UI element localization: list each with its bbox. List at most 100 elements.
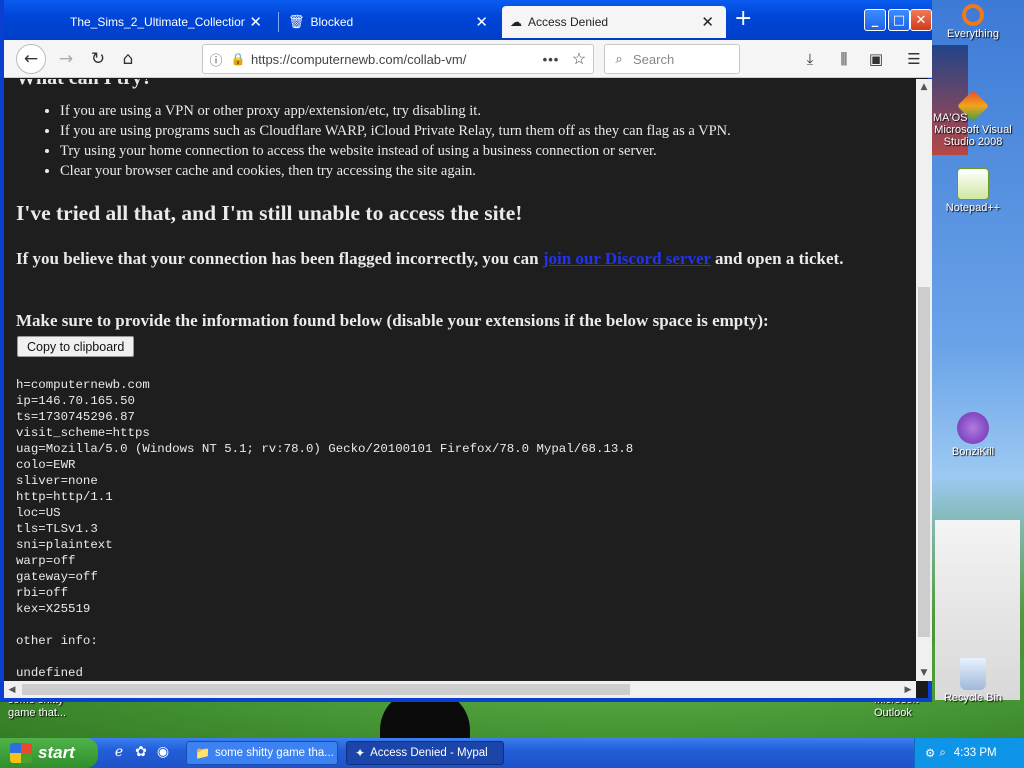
desktop-icon-everything[interactable]: Everything	[928, 4, 1018, 40]
flag-paragraph: If you believe that your connection has …	[16, 247, 896, 270]
tab-blocked[interactable]: 🗑 Blocked ✕	[280, 6, 500, 38]
diagnostic-line	[16, 649, 633, 665]
lock-icon: 🔒	[230, 52, 246, 66]
diagnostic-line: http=http/1.1	[16, 490, 113, 504]
forward-button[interactable]: →	[52, 46, 80, 72]
desktop-icon-notepadpp[interactable]: Notepad++	[928, 168, 1018, 214]
library-button[interactable]: ⫼	[830, 46, 858, 72]
everything-icon	[962, 4, 984, 26]
troubleshooting-list: If you are using a VPN or other proxy ap…	[44, 101, 731, 181]
tab-sims[interactable]: The_Sims_2_Ultimate_Collection_I ✕	[62, 6, 274, 38]
close-icon[interactable]: ✕	[245, 13, 266, 31]
desktop-icon-bonzikill[interactable]: BonziKill	[928, 412, 1018, 458]
mypal-quicklaunch-icon[interactable]: ◉	[154, 743, 172, 761]
page-actions-button[interactable]: •••	[537, 52, 565, 67]
start-button[interactable]: start	[0, 738, 98, 768]
clock[interactable]: 4:33 PM	[954, 747, 997, 759]
scroll-right-icon[interactable]: ▶	[900, 681, 916, 698]
scroll-up-icon[interactable]: ▲	[916, 79, 932, 95]
nav-bar: ← → ↻ ⌂ ⓘ 🔒 https://computernewb.com/col…	[4, 40, 932, 78]
maximize-button[interactable]: □	[888, 9, 910, 31]
info-instruction: Make sure to provide the information fou…	[16, 311, 769, 330]
folder-icon: 📁	[195, 746, 210, 760]
sidebar-button[interactable]: ▣	[862, 46, 890, 72]
url-text[interactable]: https://computernewb.com/collab-vm/	[247, 52, 537, 67]
close-window-button[interactable]: ✕	[910, 9, 932, 31]
reload-icon: ↻	[90, 49, 106, 69]
vertical-scrollbar[interactable]: ▲ ▼	[916, 79, 932, 681]
taskbar-button-label: Access Denied - Mypal	[370, 747, 488, 759]
diagnostic-line: sliver=none	[16, 474, 98, 488]
desktop-icon-label: Microsoft Visual Studio 2008	[934, 124, 1012, 148]
minimize-button[interactable]: _	[864, 9, 886, 31]
hamburger-icon: ☰	[907, 50, 921, 68]
page-heading-partial: What can I try?	[16, 79, 152, 90]
desktop-icon-label: Notepad++	[945, 202, 1001, 214]
bonzi-quicklaunch-icon[interactable]: ✿	[132, 743, 150, 761]
flag-text-after: and open a ticket.	[710, 249, 844, 268]
browser-window: The_Sims_2_Ultimate_Collection_I ✕ 🗑 Blo…	[0, 0, 932, 702]
diagnostic-line: undefined	[16, 666, 83, 680]
notepad-plus-plus-icon	[957, 168, 989, 200]
cloudflare-icon: ☁	[510, 15, 522, 29]
desktop-icon-recycle-bin[interactable]: Recycle Bin	[928, 658, 1018, 704]
desktop-icon-label: Everything	[947, 28, 999, 40]
info-icon[interactable]: ⓘ	[203, 50, 229, 69]
taskbar: start ℯ ✿ ◉ 📁 some shitty game tha... ✦ …	[0, 738, 1024, 768]
list-item: Try using your home connection to access…	[60, 141, 731, 161]
menu-button[interactable]: ☰	[900, 46, 928, 72]
diagnostic-line: kex=X25519	[16, 602, 91, 616]
home-button[interactable]: ⌂	[114, 46, 142, 72]
search-tray-icon[interactable]: ⌕	[939, 747, 945, 760]
download-icon: ⤓	[806, 50, 814, 68]
close-icon[interactable]: ✕	[471, 13, 492, 31]
scroll-thumb[interactable]	[918, 287, 930, 637]
list-item: If you are using programs such as Cloudf…	[60, 121, 731, 141]
search-icon: ⌕	[615, 51, 623, 66]
home-icon: ⌂	[122, 49, 134, 69]
close-icon[interactable]: ✕	[697, 13, 718, 31]
diagnostics-block[interactable]: h=computernewb.com ip=146.70.165.50 ts=173…	[16, 377, 633, 681]
tab-access-denied[interactable]: ☁ Access Denied ✕	[502, 6, 726, 38]
section-heading: I've tried all that, and I'm still unabl…	[16, 201, 523, 225]
discord-link[interactable]: join our Discord server	[543, 249, 711, 268]
back-button[interactable]: ←	[16, 44, 46, 74]
diagnostic-line: other info:	[16, 634, 98, 648]
sidebar-icon: ▣	[868, 50, 884, 68]
diagnostic-line: uag=Mozilla/5.0 (Windows NT 5.1; rv:78.0…	[16, 442, 634, 456]
arrow-left-icon: ←	[23, 49, 39, 69]
scroll-thumb[interactable]	[22, 684, 630, 695]
horizontal-scrollbar[interactable]: ◀ ▶	[4, 681, 916, 698]
diagnostic-line: visit_scheme=https	[16, 426, 150, 440]
taskbar-button-folder[interactable]: 📁 some shitty game tha...	[186, 741, 338, 765]
diagnostic-line: rbi=off	[16, 586, 69, 600]
wallpaper-poster-text: MA'OS	[933, 112, 968, 124]
scroll-left-icon[interactable]: ◀	[4, 681, 20, 698]
flag-text-before: If you believe that your connection has …	[16, 249, 543, 268]
downloads-button[interactable]: ⤓	[796, 46, 824, 72]
list-item: Clear your browser cache and cookies, th…	[60, 161, 731, 181]
ie-quicklaunch-icon[interactable]: ℯ	[110, 743, 128, 761]
diagnostic-line: ip=146.70.165.50	[16, 394, 135, 408]
url-bar[interactable]: ⓘ 🔒 https://computernewb.com/collab-vm/ …	[202, 44, 594, 74]
new-tab-button[interactable]: +	[734, 8, 752, 30]
taskbar-button-browser[interactable]: ✦ Access Denied - Mypal	[346, 741, 504, 765]
copy-to-clipboard-button[interactable]: Copy to clipboard	[17, 336, 135, 357]
tab-separator	[278, 12, 279, 32]
desktop-icon-label: BonziKill	[951, 446, 995, 458]
mypal-icon: ✦	[355, 746, 366, 760]
library-icon: ⫼	[840, 50, 848, 68]
diagnostic-line: colo=EWR	[16, 458, 76, 472]
tab-title: Blocked	[310, 15, 354, 29]
title-bar: The_Sims_2_Ultimate_Collection_I ✕ 🗑 Blo…	[4, 0, 932, 40]
scroll-down-icon[interactable]: ▼	[916, 665, 932, 681]
bookmark-star-icon[interactable]: ☆	[565, 49, 593, 69]
search-input[interactable]: ⌕ Search	[604, 44, 740, 74]
trash-can-icon: 🗑	[288, 14, 305, 29]
desktop-icon-label: Recycle Bin	[943, 692, 1003, 704]
windows-logo-icon	[10, 743, 32, 763]
network-icon[interactable]: ⚙	[925, 746, 935, 760]
arrow-right-icon: →	[58, 49, 74, 69]
diagnostic-line: ts=1730745296.87	[16, 410, 135, 424]
reload-button[interactable]: ↻	[84, 46, 112, 72]
